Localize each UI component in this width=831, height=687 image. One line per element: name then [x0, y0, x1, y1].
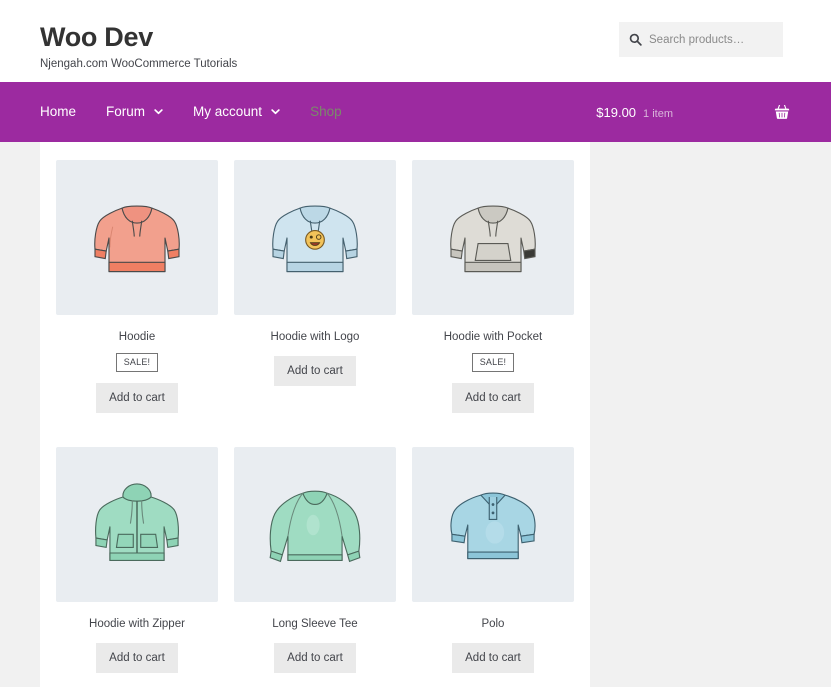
add-to-cart-button[interactable]: Add to cart [452, 383, 534, 413]
product-card[interactable]: Hoodie with Logo Add to cart [226, 160, 404, 413]
site-header: Woo Dev Njengah.com WooCommerce Tutorial… [0, 0, 831, 82]
product-image-hoodie-grey-pocket[interactable] [411, 160, 574, 315]
product-card[interactable]: Hoodie with Pocket SALE! Add to cart [404, 160, 582, 413]
nav-link-home[interactable]: Home [40, 82, 76, 142]
nav-item-home[interactable]: Home [40, 82, 76, 142]
add-to-cart-button[interactable]: Add to cart [274, 356, 356, 386]
sale-badge: SALE! [471, 353, 515, 372]
add-to-cart-button[interactable]: Add to cart [96, 383, 178, 413]
product-title[interactable]: Hoodie with Logo [234, 329, 396, 345]
product-title[interactable]: Polo [412, 616, 574, 632]
add-to-cart-button[interactable]: Add to cart [274, 643, 356, 673]
nav-link-shop[interactable]: Shop [310, 82, 342, 142]
product-card[interactable]: Hoodie with Zipper Add to cart [48, 447, 226, 673]
content-area: Hoodie SALE! Add to cart Hoodie with Log… [40, 142, 590, 687]
chevron-down-icon[interactable] [154, 107, 163, 116]
product-card[interactable]: Hoodie SALE! Add to cart [48, 160, 226, 413]
nav-link-forum[interactable]: Forum [106, 82, 145, 142]
nav-item-forum[interactable]: Forum [106, 82, 163, 142]
shopping-basket-icon[interactable] [773, 103, 791, 121]
site-title[interactable]: Woo Dev [40, 22, 237, 52]
product-card[interactable]: Long Sleeve Tee Add to cart [226, 447, 404, 673]
product-image-hoodie-blue-logo[interactable] [233, 160, 396, 315]
nav-item-shop[interactable]: Shop [310, 82, 342, 142]
chevron-down-icon[interactable] [271, 107, 280, 116]
products-grid: Hoodie SALE! Add to cart Hoodie with Log… [40, 142, 590, 687]
search-icon [629, 33, 642, 46]
product-image-hoodie-salmon[interactable] [56, 160, 218, 315]
shop-page: Woo Dev Njengah.com WooCommerce Tutorial… [0, 0, 831, 687]
cart-total-amount: $19.00 [596, 104, 637, 120]
product-image-long-sleeve-tee-green[interactable] [233, 447, 396, 602]
product-search[interactable] [619, 22, 783, 57]
product-title[interactable]: Hoodie with Pocket [412, 329, 574, 345]
product-title[interactable]: Hoodie with Zipper [56, 616, 218, 632]
sale-badge: SALE! [115, 353, 159, 372]
primary-navigation: Home Forum My account Shop $19.00 1 item [0, 82, 831, 142]
cart-block: $19.00 1 item [596, 82, 791, 142]
cart-summary[interactable]: $19.00 1 item [596, 105, 673, 120]
nav-link-my-account[interactable]: My account [193, 82, 262, 142]
product-title[interactable]: Long Sleeve Tee [234, 616, 396, 632]
site-tagline: Njengah.com WooCommerce Tutorials [40, 58, 238, 70]
nav-menu: Home Forum My account Shop [40, 82, 372, 142]
add-to-cart-button[interactable]: Add to cart [452, 643, 534, 673]
search-input[interactable] [649, 33, 773, 46]
add-to-cart-button[interactable]: Add to cart [96, 643, 178, 673]
product-card[interactable]: Polo Add to cart [404, 447, 582, 673]
product-title[interactable]: Hoodie [56, 329, 218, 345]
product-image-polo-blue[interactable] [411, 447, 574, 602]
cart-item-count: 1 item [643, 107, 673, 120]
product-image-hoodie-green-zipper[interactable] [56, 447, 218, 602]
site-branding[interactable]: Woo Dev Njengah.com WooCommerce Tutorial… [40, 22, 237, 72]
nav-item-my-account[interactable]: My account [193, 82, 280, 142]
